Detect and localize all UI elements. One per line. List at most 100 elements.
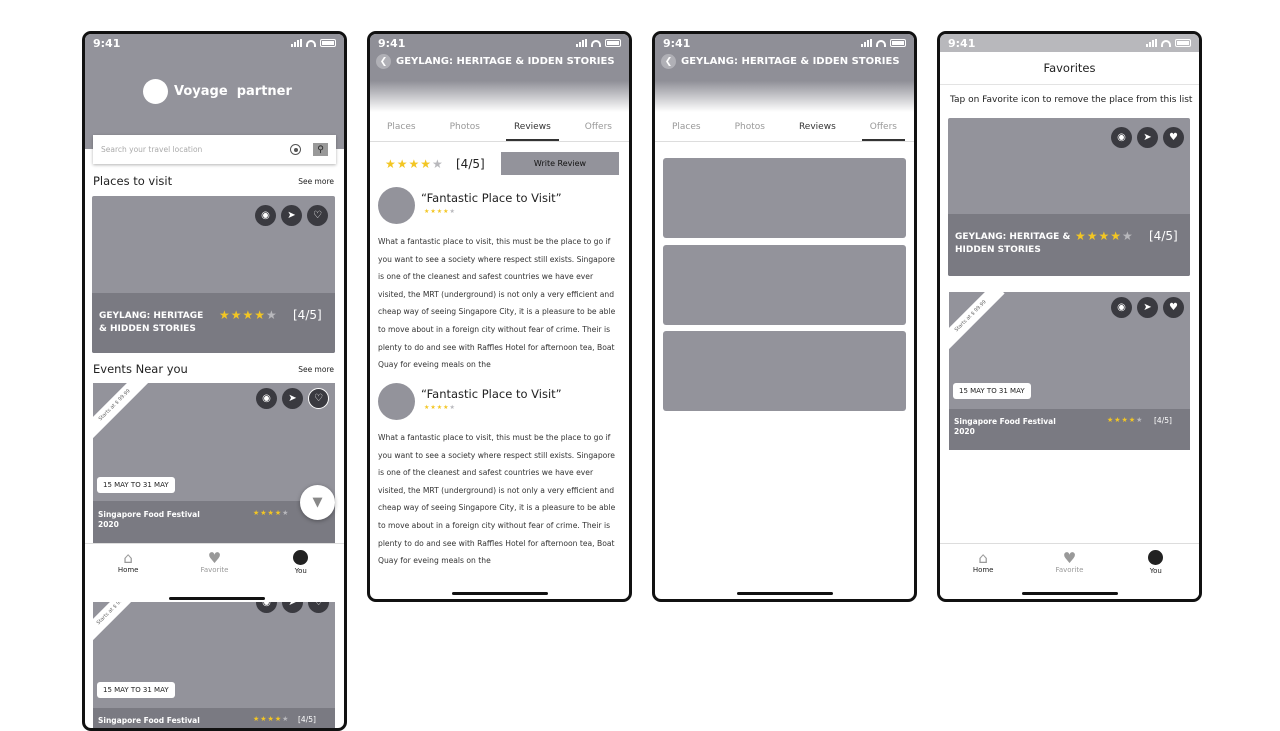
favorites-screen: 9:41 Favorites Tap on Favorite icon to r… [937, 31, 1202, 602]
bottom-nav: ⌂ Home ♥ Favorite You [85, 543, 344, 603]
binoculars-icon[interactable]: ◉ [256, 388, 277, 409]
tab-photos[interactable]: Photos [733, 116, 767, 138]
nav-home[interactable]: ⌂ Home [958, 550, 1008, 574]
profile-icon [1148, 550, 1164, 565]
home-icon: ⌂ [123, 549, 133, 567]
rating-stars: ★★★★★ [253, 509, 290, 517]
place-card[interactable]: ◉ ➤ ♡ GEYLANG: HERITAGE & HIDDEN STORIES… [92, 196, 335, 353]
places-heading: Places to visit [93, 174, 173, 188]
heart-icon[interactable]: ♥ [1163, 297, 1184, 318]
review-item: “Fantastic Place to Visit” ★★★★★ What a … [378, 187, 621, 377]
navigate-icon[interactable]: ➤ [1137, 127, 1158, 148]
nav-favorite-label: Favorite [1055, 566, 1084, 574]
back-button[interactable]: ❮ [661, 54, 676, 69]
search-icon[interactable]: ⚲ [313, 143, 328, 156]
binoculars-icon[interactable]: ◉ [1111, 127, 1132, 148]
tab-offers[interactable]: Offers [583, 116, 614, 138]
nav-favorite[interactable]: ♥ Favorite [189, 550, 239, 574]
event-date: 15 MAY TO 31 MAY [97, 477, 175, 493]
rating-stars: ★★★★★ [219, 308, 278, 322]
heart-icon[interactable]: ♡ [308, 602, 329, 613]
search-bar[interactable]: Search your travel location ⚲ [93, 135, 336, 164]
tab-reviews[interactable]: Reviews [797, 116, 838, 138]
navigate-icon[interactable]: ➤ [282, 602, 303, 613]
nav-home[interactable]: ⌂ Home [103, 550, 153, 574]
see-more-events[interactable]: See more [298, 365, 334, 374]
event-card-2[interactable]: Starts at $ 99.99 ◉ ➤ ♡ 15 MAY TO 31 MAY… [93, 602, 335, 728]
app-name: Voyage partner [174, 84, 292, 99]
tab-places[interactable]: Places [670, 116, 703, 138]
card-actions: ◉ ➤ ♥ [1111, 297, 1184, 318]
logo-circle [143, 79, 168, 104]
binoculars-icon[interactable]: ◉ [1111, 297, 1132, 318]
home-indicator [736, 592, 833, 595]
navigate-icon[interactable]: ➤ [282, 388, 303, 409]
place-title: GEYLANG: HERITAGE & HIDDEN STORIES [99, 311, 204, 334]
tab-photos[interactable]: Photos [448, 116, 482, 138]
header-title: GEYLANG: HERITAGE & IDDEN STORIES [396, 56, 615, 67]
rating-stars: ★★★★★ [1107, 416, 1144, 424]
offer-placeholder[interactable] [663, 158, 906, 238]
signal-icon [291, 39, 302, 47]
location-icon[interactable] [290, 144, 301, 155]
event-date: 15 MAY TO 31 MAY [953, 383, 1031, 399]
tab-reviews[interactable]: Reviews [505, 116, 559, 141]
nav-you-label: You [294, 567, 307, 575]
reviews-screen: 9:41 ❮ GEYLANG: HERITAGE & IDDEN STORIES… [367, 31, 632, 602]
binoculars-icon[interactable]: ◉ [256, 602, 277, 613]
filter-button[interactable]: ▼ [300, 485, 335, 520]
tab-offers[interactable]: Offers [861, 116, 906, 141]
event-caption: Singapore Food Festival 2020 ★★★★★ [93, 501, 335, 543]
event-card[interactable]: Starts at $ 99.99 ◉ ➤ ♡ 15 MAY TO 31 MAY… [93, 383, 335, 543]
heart-icon: ♥ [1062, 549, 1077, 567]
heart-icon[interactable]: ♡ [307, 205, 328, 226]
wifi-icon [591, 39, 601, 47]
status-bar: 9:41 [940, 34, 1199, 52]
nav-favorite-label: Favorite [200, 566, 229, 574]
profile-icon [293, 550, 309, 565]
tab-places[interactable]: Places [385, 116, 418, 138]
status-bar: 9:41 [370, 34, 629, 52]
battery-icon [1175, 39, 1191, 47]
home-indicator [451, 592, 548, 595]
event-title: Singapore Food Festival 2020 [954, 417, 1056, 436]
back-button[interactable]: ❮ [376, 54, 391, 69]
binoculars-icon[interactable]: ◉ [255, 205, 276, 226]
battery-icon [890, 39, 906, 47]
status-time: 9:41 [378, 36, 406, 50]
navigate-icon[interactable]: ➤ [1137, 297, 1158, 318]
rating-text: [4/5] [1149, 229, 1178, 243]
bottom-nav: ⌂ Home ♥ Favorite You [940, 543, 1199, 595]
detail-tabs: Places Photos Reviews Offers [655, 112, 914, 142]
status-bar: 9:41 [655, 34, 914, 52]
heart-icon[interactable]: ♥ [1163, 127, 1184, 148]
review-stars: ★★★★★ [424, 404, 456, 411]
filter-icon: ▼ [312, 495, 323, 510]
rating-text: [4/5] [293, 308, 322, 322]
review-title: “Fantastic Place to Visit” [421, 387, 562, 401]
nav-you[interactable]: You [276, 550, 326, 575]
events-heading: Events Near you [93, 362, 188, 376]
favorite-event-card[interactable]: Starts at $ 99.99 ◉ ➤ ♥ 15 MAY TO 31 MAY… [949, 292, 1190, 450]
page-title: Favorites [940, 52, 1199, 85]
chevron-left-icon: ❮ [379, 56, 388, 67]
overall-rating-stars: ★★★★★ [385, 157, 444, 171]
event-title: Singapore Food Festival 2020 [98, 510, 200, 529]
write-review-button[interactable]: Write Review [501, 152, 619, 175]
card-actions: ◉ ➤ ♡ [256, 602, 329, 613]
header-title: GEYLANG: HERITAGE & IDDEN STORIES [681, 56, 900, 67]
offer-placeholder[interactable] [663, 245, 906, 325]
see-more-places[interactable]: See more [298, 177, 334, 186]
nav-you[interactable]: You [1131, 550, 1181, 575]
search-input[interactable]: Search your travel location [101, 145, 290, 154]
review-item: “Fantastic Place to Visit” ★★★★★ What a … [378, 383, 621, 573]
nav-favorite[interactable]: ♥ Favorite [1044, 550, 1094, 574]
nav-home-label: Home [117, 566, 139, 574]
overall-rating-text: [4/5] [456, 157, 485, 171]
offer-placeholder[interactable] [663, 331, 906, 411]
review-title: “Fantastic Place to Visit” [421, 191, 562, 205]
favorite-place-card[interactable]: ◉ ➤ ♥ GEYLANG: HERITAGE & HIDDEN STORIES… [948, 118, 1190, 276]
navigate-icon[interactable]: ➤ [281, 205, 302, 226]
battery-icon [605, 39, 621, 47]
heart-outline-icon[interactable]: ♡ [308, 388, 329, 409]
